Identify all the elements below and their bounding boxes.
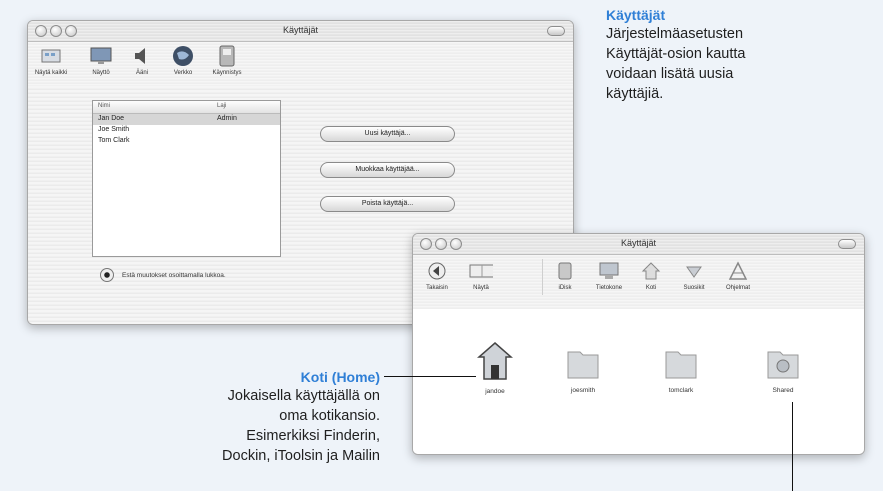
shared-leader-line: [792, 402, 793, 491]
users-note-line: voidaan lisätä uusia: [606, 66, 734, 82]
row-name: Jan Doe: [98, 115, 125, 122]
window-title: Käyttäjät: [620, 238, 657, 248]
startup-disk-icon: [215, 45, 239, 67]
back-icon: [425, 260, 449, 282]
home-icon: [639, 260, 663, 282]
lock-row: Estä muutokset osoittamalla lukkoa.: [100, 268, 226, 282]
lock-text: Estä muutokset osoittamalla lukkoa.: [122, 271, 226, 279]
show-all-icon: [39, 45, 63, 67]
network-icon: [171, 45, 195, 67]
folder-item-jandoe[interactable]: jandoe: [465, 341, 525, 395]
row-name: Tom Clark: [98, 137, 130, 144]
toolbar-label: Verkko: [173, 70, 193, 76]
delete-user-button[interactable]: Poista käyttäjä...: [320, 196, 455, 212]
table-header: Nimi Laji: [93, 101, 280, 114]
users-note: Käyttäjät Järjestelmäasetusten Käyttäjät…: [606, 6, 876, 104]
new-user-button[interactable]: Uusi käyttäjä...: [320, 126, 455, 142]
view-icon: [469, 260, 493, 282]
folder-label: tomclark: [668, 387, 694, 394]
toolbar-favorites[interactable]: Suosikit: [673, 260, 715, 291]
sound-icon: [130, 45, 154, 67]
folder-label: jandoe: [485, 388, 505, 395]
row-name: Joe Smith: [98, 126, 130, 133]
edit-user-button[interactable]: Muokkaa käyttäjää...: [320, 162, 455, 178]
folder-item-joesmith[interactable]: joesmith: [553, 346, 613, 394]
toolbar-startup-disk[interactable]: Käynnistys: [206, 45, 248, 76]
applications-icon: [726, 260, 750, 282]
toolbar-label: Tietokone: [595, 285, 623, 291]
table-row[interactable]: Tom Clark: [93, 136, 280, 147]
lock-icon[interactable]: [100, 268, 114, 282]
toolbar-home[interactable]: Koti: [630, 260, 672, 291]
folder-icon: [665, 351, 697, 379]
home-note: Koti (Home) Jokaisella käyttäjällä on om…: [150, 368, 380, 466]
shared-folder-icon: [767, 351, 799, 379]
home-note-line: Dockin, iToolsin ja Mailin: [222, 448, 380, 464]
toolbar-network[interactable]: Verkko: [162, 45, 204, 76]
toolbar-label: Koti: [645, 285, 657, 291]
column-header-kind[interactable]: Laji: [217, 103, 226, 109]
toolbar-label: Käynnistys: [212, 70, 242, 76]
favorites-icon: [682, 260, 706, 282]
row-kind: Admin: [217, 115, 237, 122]
folder-label: Shared: [772, 387, 794, 394]
toolbar-computer[interactable]: Tietokone: [588, 260, 630, 291]
home-note-heading: Koti (Home): [300, 369, 380, 385]
home-leader-line: [384, 376, 476, 377]
toolbar-label: Suosikit: [683, 285, 705, 291]
toolbar-separator: [542, 259, 543, 295]
toolbar-display[interactable]: Näyttö: [80, 45, 122, 76]
window-title: Käyttäjät: [282, 25, 319, 35]
toolbar-applications[interactable]: Ohjelmat: [717, 260, 759, 291]
toolbar-label: Ohjelmat: [725, 285, 750, 291]
toolbar-label: iDisk: [558, 285, 572, 291]
users-note-line: Käyttäjät-osion kautta: [606, 46, 746, 62]
users-note-heading: Käyttäjät: [606, 7, 666, 23]
folder-item-tomclark[interactable]: tomclark: [651, 346, 711, 394]
users-note-line: Järjestelmäasetusten: [606, 26, 744, 42]
home-note-line: oma kotikansio.: [279, 408, 380, 424]
toolbar-label: Takaisin: [426, 285, 448, 291]
folder-icon: [567, 351, 599, 379]
finder-toolbar: Takaisin Näytä iDisk Tietokone Koti Suos…: [413, 255, 864, 310]
finder-window: Käyttäjät Takaisin Näytä iDisk Tietokone…: [412, 233, 865, 455]
toolbar-label: Näyttö: [92, 70, 110, 76]
users-window-titlebar[interactable]: Käyttäjät: [28, 21, 573, 42]
folder-item-shared[interactable]: Shared: [753, 346, 813, 394]
home-note-line: Esimerkiksi Finderin,: [246, 428, 380, 444]
toolbar-label: Näytä: [473, 285, 489, 291]
toolbar-sound[interactable]: Ääni: [121, 45, 163, 76]
display-icon: [89, 45, 113, 67]
finder-window-titlebar[interactable]: Käyttäjät: [413, 234, 864, 255]
toolbar-show-all[interactable]: Näytä kaikki: [30, 45, 72, 76]
toolbar-view[interactable]: Näytä: [460, 260, 502, 291]
toolbar-label: Näytä kaikki: [34, 70, 68, 76]
toolbar-toggle-button[interactable]: [547, 26, 565, 36]
folder-label: joesmith: [570, 387, 596, 394]
column-header-name[interactable]: Nimi: [98, 103, 110, 109]
toolbar-label: Ääni: [135, 70, 148, 76]
users-note-line: käyttäjiä.: [606, 86, 664, 102]
table-row[interactable]: Jan Doe Admin: [93, 114, 280, 125]
preferences-toolbar: Näytä kaikki Näyttö Ääni Verkko Käynnist…: [28, 42, 573, 87]
idisk-icon: [553, 260, 577, 282]
computer-icon: [597, 260, 621, 282]
toolbar-back[interactable]: Takaisin: [416, 260, 458, 291]
home-folder-icon: [477, 342, 513, 380]
toolbar-toggle-button[interactable]: [838, 239, 856, 249]
toolbar-idisk[interactable]: iDisk: [544, 260, 586, 291]
users-table[interactable]: Nimi Laji Jan Doe Admin Joe Smith Tom Cl…: [92, 100, 281, 257]
table-row[interactable]: Joe Smith: [93, 125, 280, 136]
finder-content: jandoe joesmith tomclark Shared: [413, 309, 864, 454]
home-note-line: Jokaisella käyttäjällä on: [227, 388, 380, 404]
